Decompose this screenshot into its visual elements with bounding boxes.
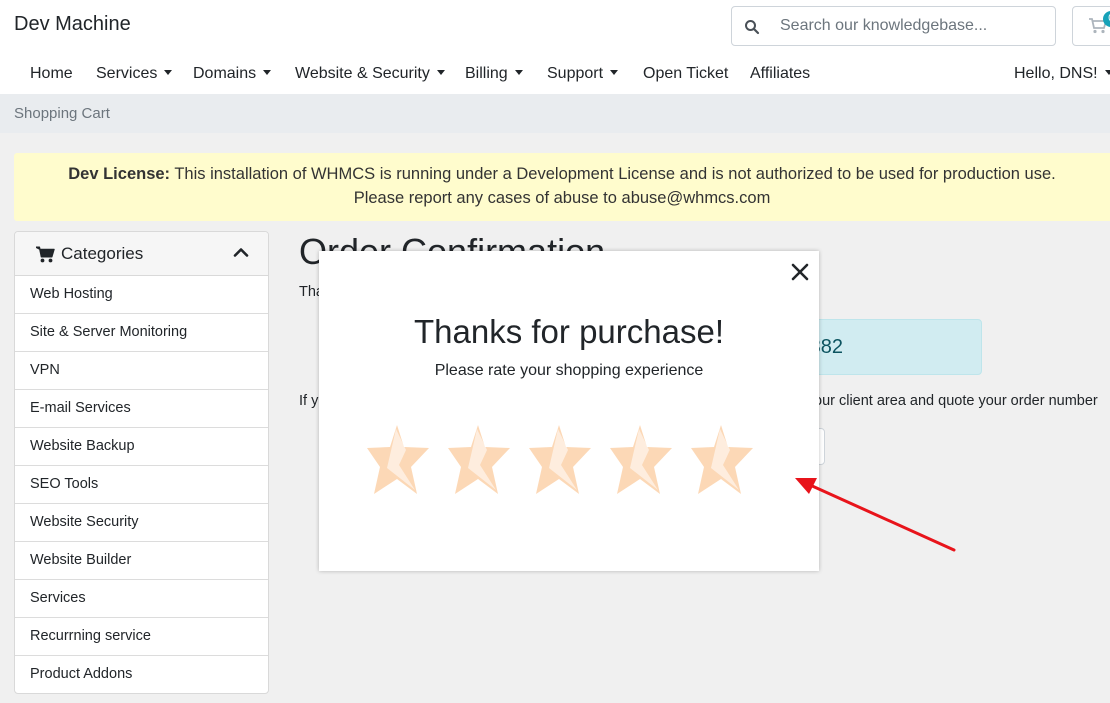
nav-support[interactable]: Support bbox=[547, 65, 619, 83]
close-icon[interactable] bbox=[789, 261, 811, 283]
brand-logo[interactable]: Dev Machine bbox=[14, 13, 131, 36]
nav-billing-label: Billing bbox=[465, 65, 508, 82]
chevron-up-icon[interactable] bbox=[233, 246, 249, 258]
search-box[interactable] bbox=[731, 6, 1056, 46]
nav-account-label: Hello, DNS! bbox=[1014, 65, 1098, 82]
sidebar-item-recurring-service[interactable]: Recurrning service bbox=[15, 618, 268, 656]
search-icon bbox=[745, 20, 760, 35]
caret-down-icon bbox=[164, 70, 173, 75]
caret-down-icon bbox=[1104, 70, 1110, 75]
alert-line-2: Please report any cases of abuse to abus… bbox=[353, 189, 771, 207]
breadcrumb-current: Shopping Cart bbox=[14, 105, 110, 122]
cart-icon bbox=[36, 246, 55, 263]
nav-services[interactable]: Services bbox=[96, 65, 173, 83]
nav-account[interactable]: Hello, DNS! bbox=[1014, 65, 1110, 83]
star-icon[interactable] bbox=[447, 423, 513, 497]
sidebar-item-website-security[interactable]: Website Security bbox=[15, 504, 268, 542]
modal-subtitle: Please rate your shopping experience bbox=[434, 362, 704, 379]
nav-billing[interactable]: Billing bbox=[465, 65, 523, 83]
nav-support-label: Support bbox=[547, 65, 604, 82]
caret-down-icon bbox=[263, 70, 272, 75]
search-input[interactable] bbox=[770, 7, 1050, 45]
nav-home-label: Home bbox=[30, 65, 73, 82]
nav-website-security[interactable]: Website & Security bbox=[295, 65, 445, 83]
alert-bold-label: Dev License: bbox=[68, 165, 171, 183]
nav-affiliates[interactable]: Affiliates bbox=[750, 65, 810, 83]
header: Dev Machine 0 Home Services Domains Webs… bbox=[0, 0, 1110, 94]
categories-sidebar: Categories Web Hosting Site & Server Mon… bbox=[14, 231, 269, 694]
sidebar-item-website-backup[interactable]: Website Backup bbox=[15, 428, 268, 466]
main-nav: Home Services Domains Website & Security… bbox=[0, 58, 1110, 92]
modal-title: Thanks for purchase! bbox=[414, 313, 724, 350]
caret-down-icon bbox=[610, 70, 619, 75]
nav-domains[interactable]: Domains bbox=[193, 65, 272, 83]
nav-website-security-label: Website & Security bbox=[295, 65, 430, 82]
alert-line-1-text: This installation of WHMCS is running un… bbox=[170, 165, 1056, 183]
nav-open-ticket-label: Open Ticket bbox=[643, 65, 729, 82]
star-icon[interactable] bbox=[366, 423, 432, 497]
sidebar-item-services[interactable]: Services bbox=[15, 580, 268, 618]
sidebar-item-email-services[interactable]: E-mail Services bbox=[15, 390, 268, 428]
star-icon[interactable] bbox=[528, 423, 594, 497]
sidebar-item-seo-tools[interactable]: SEO Tools bbox=[15, 466, 268, 504]
sidebar-item-vpn[interactable]: VPN bbox=[15, 352, 268, 390]
sidebar-item-product-addons[interactable]: Product Addons bbox=[15, 656, 268, 694]
nav-services-label: Services bbox=[96, 65, 158, 82]
alert-line-1: Dev License: This installation of WHMCS … bbox=[14, 165, 1110, 184]
dev-license-alert: Dev License: This installation of WHMCS … bbox=[14, 153, 1110, 221]
rating-modal: Thanks for purchase! Please rate your sh… bbox=[319, 251, 819, 571]
sidebar-item-site-server-monitoring[interactable]: Site & Server Monitoring bbox=[15, 314, 268, 352]
order-info-text-right: our client area and quote your order num… bbox=[814, 393, 1098, 409]
cart-button[interactable]: 0 bbox=[1072, 6, 1110, 46]
nav-domains-label: Domains bbox=[193, 65, 257, 82]
sidebar-item-website-builder[interactable]: Website Builder bbox=[15, 542, 268, 580]
nav-affiliates-label: Affiliates bbox=[750, 65, 811, 82]
star-icon[interactable] bbox=[609, 423, 675, 497]
caret-down-icon bbox=[436, 70, 445, 75]
order-info-text-left: If y bbox=[299, 393, 319, 409]
nav-open-ticket[interactable]: Open Ticket bbox=[643, 65, 728, 83]
sidebar-title: Categories bbox=[61, 244, 144, 263]
sidebar-header[interactable]: Categories bbox=[15, 232, 268, 276]
breadcrumb: Shopping Cart bbox=[0, 94, 1110, 133]
caret-down-icon bbox=[514, 70, 523, 75]
nav-home[interactable]: Home bbox=[30, 65, 73, 83]
sidebar-item-web-hosting[interactable]: Web Hosting bbox=[15, 276, 268, 314]
star-icon[interactable] bbox=[690, 423, 756, 497]
